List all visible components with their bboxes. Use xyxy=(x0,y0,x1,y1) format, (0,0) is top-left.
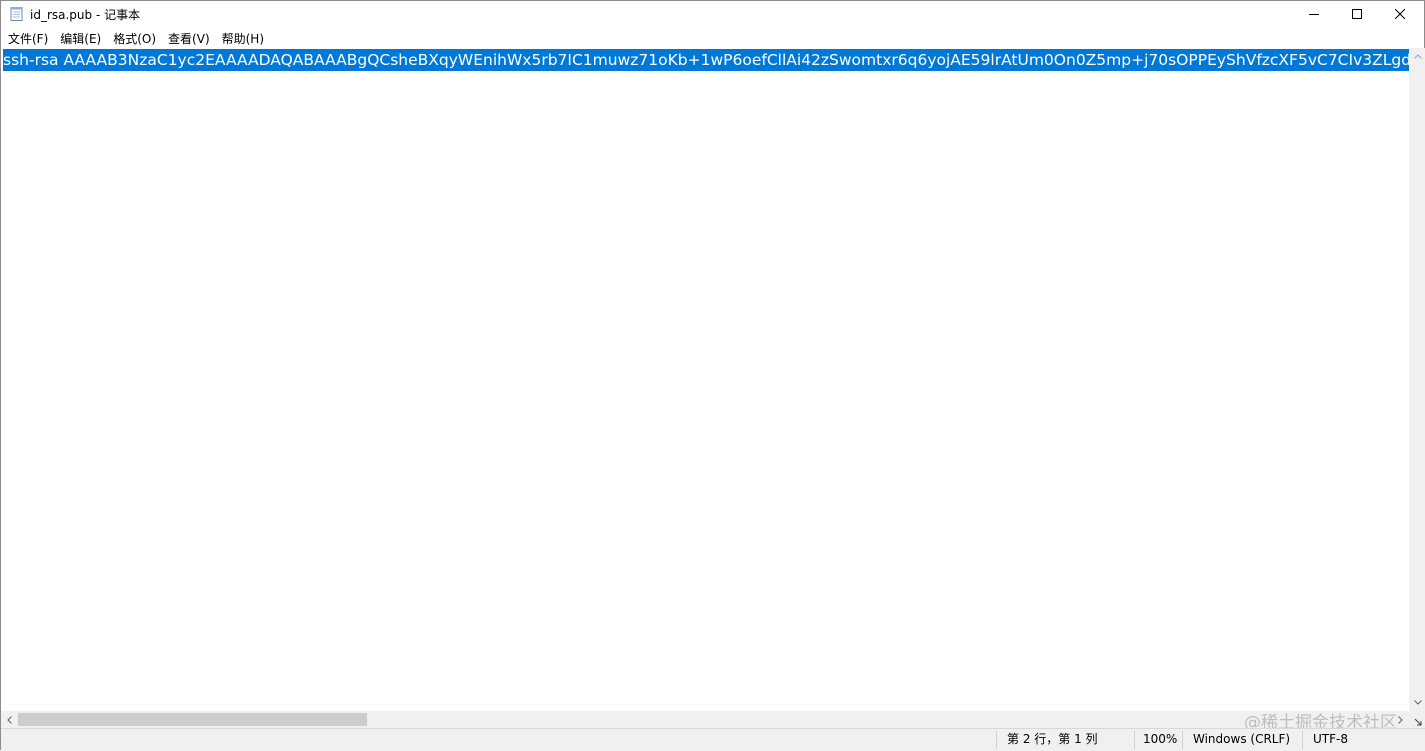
scroll-up-button[interactable] xyxy=(1409,48,1425,65)
zoom-level: 100% xyxy=(1143,732,1178,746)
window-title: id_rsa.pub - 记事本 xyxy=(30,8,141,22)
vertical-scrollbar[interactable] xyxy=(1409,48,1425,711)
chevron-right-icon xyxy=(1398,715,1403,724)
resize-grip[interactable] xyxy=(1409,711,1425,728)
menu-edit[interactable]: 编辑(E) xyxy=(54,29,107,49)
selected-text-line[interactable]: ssh-rsa AAAAB3NzaC1yc2EAAAADAQABAAABgQCs… xyxy=(3,49,1409,71)
cursor-position: 第 2 行，第 1 列 xyxy=(1007,732,1098,746)
status-bar: 第 2 行，第 1 列 100% Windows (CRLF) UTF-8 xyxy=(1,728,1425,751)
title-bar[interactable]: id_rsa.pub - 记事本 xyxy=(1,1,1424,27)
menu-bar: 文件(F) 编辑(E) 格式(O) 查看(V) 帮助(H) xyxy=(1,29,1424,49)
menu-file[interactable]: 文件(F) xyxy=(2,29,54,49)
status-divider xyxy=(996,731,997,749)
text-editor[interactable]: ssh-rsa AAAAB3NzaC1yc2EAAAADAQABAAABgQCs… xyxy=(1,48,1409,711)
line-ending: Windows (CRLF) xyxy=(1193,732,1291,746)
menu-help[interactable]: 帮助(H) xyxy=(216,29,270,49)
scroll-down-button[interactable] xyxy=(1409,694,1425,711)
horizontal-scroll-thumb[interactable] xyxy=(18,713,367,726)
notepad-icon xyxy=(10,7,23,21)
scroll-left-button[interactable] xyxy=(1,711,18,728)
maximize-icon xyxy=(1352,9,1362,19)
status-divider xyxy=(1182,731,1183,749)
status-divider xyxy=(1302,731,1303,749)
menu-format[interactable]: 格式(O) xyxy=(107,29,162,49)
minimize-icon xyxy=(1309,14,1319,15)
chevron-down-icon xyxy=(1413,700,1422,705)
chevron-up-icon xyxy=(1413,54,1422,59)
minimize-button[interactable] xyxy=(1291,1,1337,27)
resize-grip-icon xyxy=(1414,718,1422,726)
close-button[interactable] xyxy=(1377,1,1423,27)
close-icon xyxy=(1395,9,1405,19)
status-divider xyxy=(1134,731,1135,749)
horizontal-scrollbar[interactable] xyxy=(1,711,1409,728)
chevron-left-icon xyxy=(7,715,12,724)
menu-view[interactable]: 查看(V) xyxy=(162,29,216,49)
encoding: UTF-8 xyxy=(1313,732,1348,746)
notepad-window: id_rsa.pub - 记事本 文件(F) 编辑(E) 格式(O) 查看(V)… xyxy=(0,0,1425,751)
maximize-button[interactable] xyxy=(1334,1,1380,27)
